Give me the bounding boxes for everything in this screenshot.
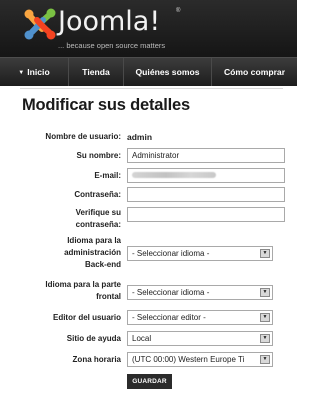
caret-down-icon: ▼ <box>18 70 25 76</box>
dropdown-arrow-icon[interactable]: ▼ <box>260 288 270 297</box>
password-label: Contraseña: <box>74 190 121 199</box>
select-value: (UTC 00:00) Western Europe Ti <box>132 355 245 364</box>
select-value: Local <box>132 334 152 343</box>
email-label: E-mail: <box>94 171 121 180</box>
nav-item-quienes-somos[interactable]: Quiénes somos <box>123 58 211 86</box>
select-value: - Seleccionar idioma - <box>132 249 210 258</box>
nav-item-label: Quiénes somos <box>135 67 200 77</box>
admin-language-label: Idioma para la administración Back-end <box>64 235 121 271</box>
timezone-select[interactable]: (UTC 00:00) Western Europe Ti ▼ <box>127 352 273 367</box>
nav-item-label: Inicio <box>27 67 50 77</box>
blurred-email <box>132 172 216 178</box>
username-value: admin <box>127 132 153 142</box>
nav-item-como-comprar[interactable]: Cómo comprar <box>211 58 297 86</box>
site-header: Joomla! ® ... because open source matter… <box>0 0 297 57</box>
page-title: Modificar sus detalles <box>22 96 190 114</box>
name-label: Su nombre: <box>76 151 121 160</box>
timezone-label: Zona horaria <box>72 355 121 364</box>
frontend-language-line: Idioma para la parte <box>45 280 121 289</box>
help-site-label: Sitio de ayuda <box>66 334 121 343</box>
dropdown-arrow-icon[interactable]: ▼ <box>260 334 270 343</box>
verify-label-line: Verifique su <box>75 208 121 217</box>
trademark-mark: ® <box>176 8 181 14</box>
main-nav: ▼ Inicio Tienda Quiénes somos Cómo compra… <box>0 57 297 86</box>
frontend-language-select[interactable]: - Seleccionar idioma - ▼ <box>127 285 273 300</box>
admin-language-select[interactable]: - Seleccionar idioma - ▼ <box>127 246 273 261</box>
select-value: - Seleccionar idioma - <box>132 288 210 297</box>
password-field[interactable] <box>127 187 285 202</box>
nav-item-tienda[interactable]: Tienda <box>68 58 123 86</box>
dropdown-arrow-icon[interactable]: ▼ <box>260 249 270 258</box>
nav-item-label: Cómo comprar <box>223 67 286 77</box>
verify-password-field[interactable] <box>127 207 285 222</box>
joomla-logo-icon[interactable] <box>22 5 58 43</box>
select-value: - Seleccionar editor - <box>132 313 206 322</box>
nav-item-inicio[interactable]: ▼ Inicio <box>0 58 68 86</box>
admin-language-line: Back-end <box>84 260 121 269</box>
verify-password-label: Verifique su contraseña: <box>76 207 121 231</box>
logo-tagline: ... because open source matters <box>58 41 166 50</box>
divider <box>20 88 283 89</box>
admin-language-line: Idioma para la <box>67 236 121 245</box>
frontend-language-line: frontal <box>96 292 121 301</box>
username-label: Nombre de usuario: <box>45 132 121 141</box>
nav-item-label: Tienda <box>82 67 110 77</box>
save-button[interactable]: GUARDAR <box>127 374 172 389</box>
name-field[interactable]: Administrator <box>127 148 285 163</box>
editor-select[interactable]: - Seleccionar editor - ▼ <box>127 310 273 325</box>
verify-label-line: contraseña: <box>75 220 121 229</box>
editor-label: Editor del usuario <box>52 313 121 322</box>
dropdown-arrow-icon[interactable]: ▼ <box>260 355 270 364</box>
dropdown-arrow-icon[interactable]: ▼ <box>260 313 270 322</box>
logo-wordmark[interactable]: Joomla! <box>58 6 160 37</box>
frontend-language-label: Idioma para la parte frontal <box>45 279 121 303</box>
admin-language-line: administración <box>64 248 121 257</box>
help-site-select[interactable]: Local ▼ <box>127 331 273 346</box>
email-field[interactable] <box>127 168 285 183</box>
